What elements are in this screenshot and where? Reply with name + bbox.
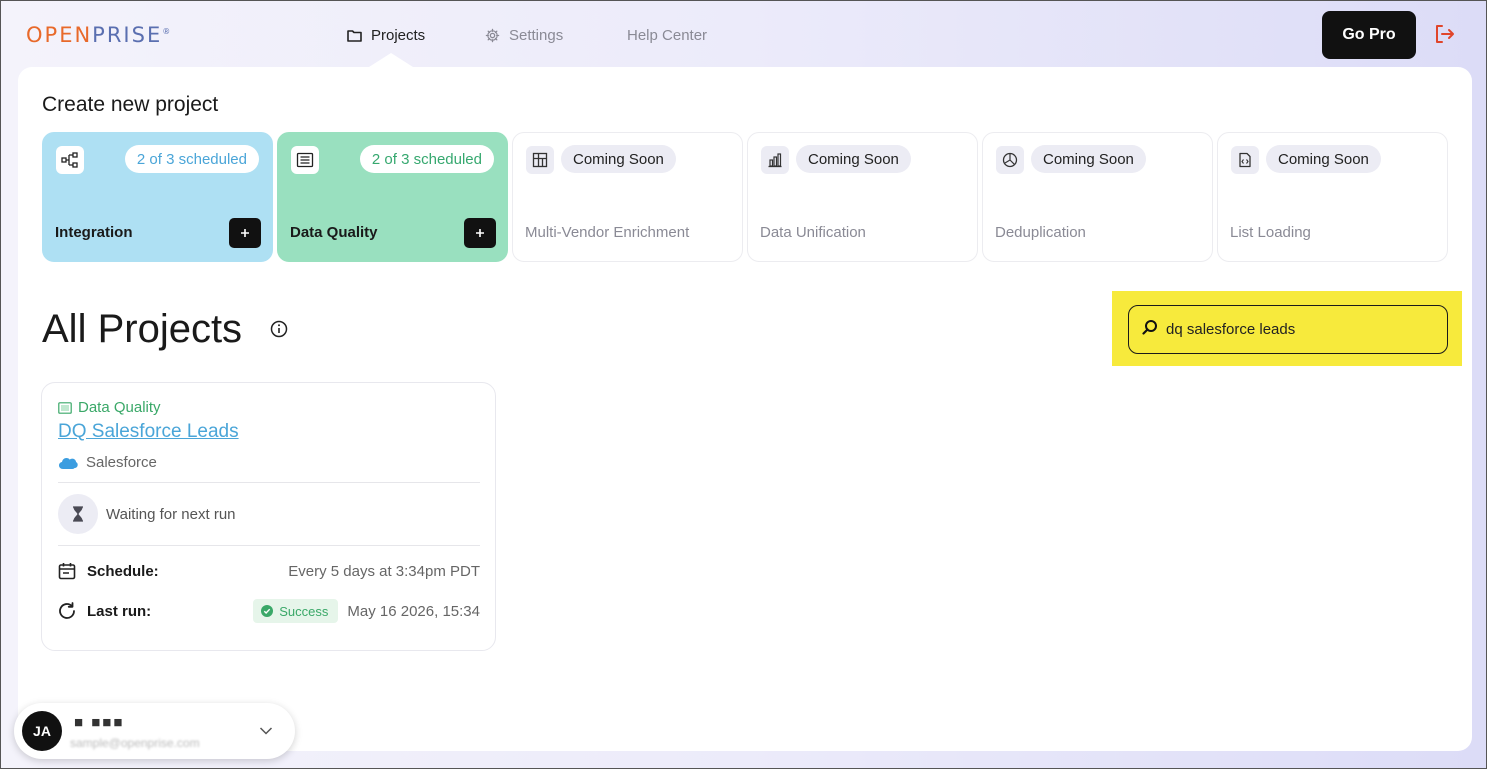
project-card[interactable]: Data Quality DQ Salesforce Leads Salesfo… xyxy=(41,382,496,651)
card-label: Deduplication xyxy=(995,224,1086,241)
project-search-box[interactable] xyxy=(1128,305,1448,354)
project-type: Data Quality xyxy=(58,399,161,416)
nav-help-label: Help Center xyxy=(627,26,708,44)
last-run-date: May 16 2026, 15:34 xyxy=(347,602,480,620)
plus-icon xyxy=(241,229,249,237)
project-name-link[interactable]: DQ Salesforce Leads xyxy=(58,421,239,443)
search-icon xyxy=(1142,319,1158,340)
nav-help-center[interactable]: Help Center xyxy=(627,25,707,45)
refresh-icon xyxy=(58,602,78,620)
scheduled-badge: 2 of 3 scheduled xyxy=(124,145,259,173)
card-label: Multi-Vendor Enrichment xyxy=(525,224,690,241)
data-quality-icon xyxy=(291,146,319,174)
gear-icon xyxy=(485,28,500,43)
user-email: sample@openprise.com xyxy=(70,736,200,750)
card-deduplication[interactable]: Coming Soon Deduplication xyxy=(982,132,1213,262)
folder-icon xyxy=(347,29,362,42)
card-label: Integration xyxy=(55,224,133,241)
create-project-title: Create new project xyxy=(42,93,219,116)
add-integration-button[interactable] xyxy=(229,218,261,248)
scheduled-badge: 2 of 3 scheduled xyxy=(359,145,494,173)
enrichment-icon xyxy=(526,146,554,174)
go-pro-button[interactable]: Go Pro xyxy=(1322,11,1416,59)
openprise-logo[interactable]: OPENPRISE® xyxy=(26,23,170,47)
project-type-label: Data Quality xyxy=(78,399,161,416)
card-data-quality[interactable]: 2 of 3 scheduled Data Quality xyxy=(277,132,508,262)
last-run-label: Last run: xyxy=(87,602,152,620)
project-type-cards: 2 of 3 scheduled Integration 2 of 3 sche… xyxy=(42,132,1448,262)
chevron-down-icon[interactable] xyxy=(259,723,273,741)
nav-projects[interactable]: Projects xyxy=(347,25,425,45)
all-projects-title: All Projects xyxy=(42,307,243,351)
salesforce-cloud-icon xyxy=(58,456,78,470)
logout-icon[interactable] xyxy=(1433,23,1455,50)
hourglass-icon xyxy=(58,494,98,534)
last-run-value-group: Success May 16 2026, 15:34 xyxy=(253,599,480,623)
schedule-label: Schedule: xyxy=(87,562,159,580)
top-navigation: OPENPRISE® Projects Settings Help Center… xyxy=(1,1,1487,67)
coming-soon-badge: Coming Soon xyxy=(796,145,911,173)
nav-settings[interactable]: Settings xyxy=(485,25,563,45)
coming-soon-badge: Coming Soon xyxy=(561,145,676,173)
avatar: JA xyxy=(22,711,62,751)
coming-soon-badge: Coming Soon xyxy=(1266,145,1381,173)
card-list-loading[interactable]: Coming Soon List Loading xyxy=(1217,132,1448,262)
nav-settings-label: Settings xyxy=(509,26,564,44)
last-run-row: Last run: Success May 16 2026, 15:34 xyxy=(58,599,480,623)
pie-chart-icon xyxy=(996,146,1024,174)
search-input[interactable] xyxy=(1166,321,1436,338)
info-icon[interactable] xyxy=(270,320,288,343)
card-integration[interactable]: 2 of 3 scheduled Integration xyxy=(42,132,273,262)
project-source-label: Salesforce xyxy=(86,454,157,471)
schedule-value: Every 5 days at 3:34pm PDT xyxy=(288,562,480,580)
add-data-quality-button[interactable] xyxy=(464,218,496,248)
project-status-text: Waiting for next run xyxy=(106,505,236,523)
main-panel: Create new project 2 of 3 scheduled Inte… xyxy=(18,67,1472,751)
success-badge: Success xyxy=(253,599,339,623)
plus-icon xyxy=(476,229,484,237)
project-status: Waiting for next run xyxy=(58,494,236,534)
search-highlight xyxy=(1112,291,1462,366)
card-data-unification[interactable]: Coming Soon Data Unification xyxy=(747,132,978,262)
nav-projects-label: Projects xyxy=(371,26,426,44)
logo-text-open: OPEN xyxy=(26,23,93,47)
code-file-icon xyxy=(1231,146,1259,174)
project-source: Salesforce xyxy=(58,454,157,471)
calendar-icon xyxy=(58,562,78,580)
schedule-row: Schedule: Every 5 days at 3:34pm PDT xyxy=(58,559,480,583)
data-quality-icon xyxy=(58,401,72,414)
user-name: ■ ■■■ xyxy=(74,714,125,731)
divider xyxy=(58,482,480,483)
logo-text-prise: PRISE xyxy=(92,23,163,47)
divider xyxy=(58,545,480,546)
bar-chart-icon xyxy=(761,146,789,174)
coming-soon-badge: Coming Soon xyxy=(1031,145,1146,173)
logo-registered-mark: ® xyxy=(162,27,171,36)
card-label: Data Quality xyxy=(290,224,378,241)
user-account-menu[interactable]: JA ■ ■■■ sample@openprise.com xyxy=(14,703,295,759)
check-circle-icon xyxy=(261,605,274,617)
success-badge-label: Success xyxy=(279,603,329,619)
card-multi-vendor-enrichment[interactable]: Coming Soon Multi-Vendor Enrichment xyxy=(512,132,743,262)
active-nav-indicator xyxy=(369,53,413,67)
card-label: List Loading xyxy=(1230,224,1311,241)
integration-icon xyxy=(56,146,84,174)
card-label: Data Unification xyxy=(760,224,866,241)
